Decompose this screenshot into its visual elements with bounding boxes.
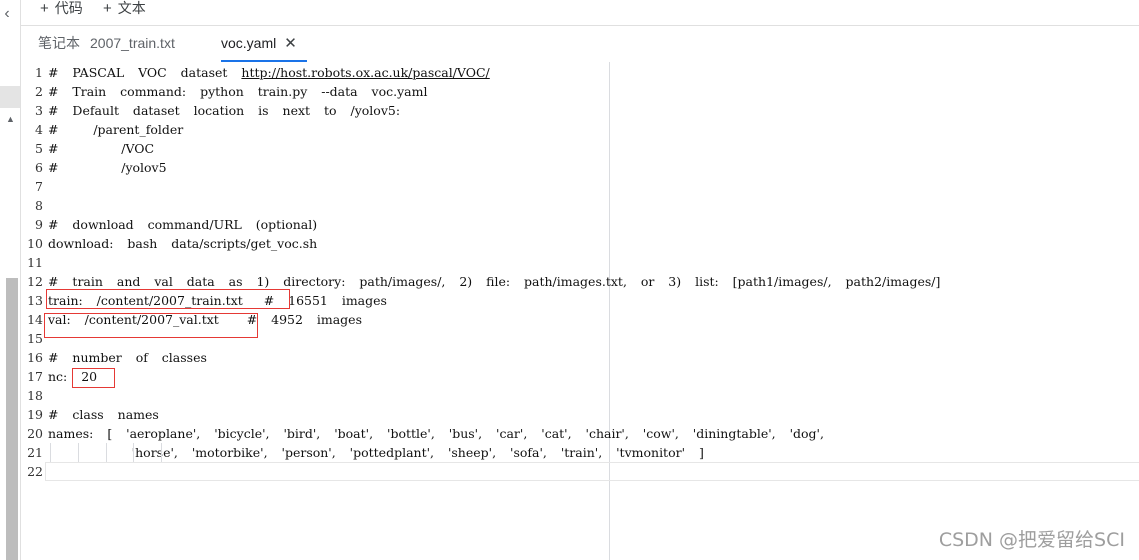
line-number: 14 (27, 312, 43, 327)
code-line[interactable]: 16 # number of classes (21, 348, 1139, 367)
line-number: 12 (27, 274, 43, 289)
line-text: # PASCAL VOC dataset http://host.robots.… (48, 63, 490, 82)
dataset-url-link[interactable]: http://host.robots.ox.ac.uk/pascal/VOC/ (241, 65, 489, 80)
line-number: 18 (27, 388, 43, 403)
add-text-label: 文本 (117, 0, 146, 16)
code-line[interactable]: 5 # /VOC (21, 139, 1139, 158)
code-line[interactable]: 17 nc: 20 (21, 367, 1139, 386)
line-text: # Train command: python train.py --data … (48, 82, 427, 101)
tab-notebook-filename: 2007_train.txt (90, 35, 175, 51)
tab-active-filename: voc.yaml (221, 35, 277, 51)
line-text: # Default dataset location is next to /y… (48, 101, 400, 120)
highlight-box-train (46, 289, 290, 309)
line-number: 5 (35, 141, 43, 156)
code-line[interactable]: 22 (21, 462, 1139, 481)
line-number: 17 (27, 369, 43, 384)
left-panel-strip: ‹ ▲ (0, 0, 21, 560)
highlight-box-val (44, 313, 258, 338)
line-text-content: # /VOC (48, 141, 155, 156)
toolbar: + 代码 + 文本 (21, 0, 1139, 26)
line-number: 10 (27, 236, 43, 251)
code-line[interactable]: 4 # /parent_folder (21, 120, 1139, 139)
line-text-content: # /yolov5 (48, 160, 167, 175)
indent-guide (78, 443, 79, 462)
active-line-highlight (45, 462, 1139, 481)
line-text: # class names (48, 405, 159, 424)
line-number: 11 (27, 255, 43, 270)
line-text: # /yolov5 (48, 158, 167, 177)
watermark: CSDN @把爱留给SCI (938, 529, 1125, 551)
line-text-content: # Train command: python train.py --data … (48, 84, 428, 99)
line-number: 4 (35, 122, 43, 137)
line-text-content: 'horse', 'motorbike', 'person', 'pottedp… (48, 445, 704, 460)
line-number: 19 (27, 407, 43, 422)
code-line[interactable]: 21 'horse', 'motorbike', 'person', 'pott… (21, 443, 1139, 462)
line-text: # /VOC (48, 139, 154, 158)
line-number: 22 (27, 464, 43, 479)
line-text: # download command/URL (optional) (48, 215, 317, 234)
line-text: # number of classes (48, 348, 207, 367)
code-line[interactable]: 11 (21, 253, 1139, 272)
line-number: 6 (35, 160, 43, 175)
scroll-up-icon[interactable]: ▲ (6, 114, 15, 124)
line-number: 13 (27, 293, 43, 308)
file-tabs: 笔记本 2007_train.txt voc.yaml ✕ (21, 26, 1139, 63)
plus-icon: + (40, 0, 49, 17)
line-number: 20 (27, 426, 43, 441)
add-text-button[interactable]: + 文本 (103, 0, 146, 22)
line-text: # /parent_folder (48, 120, 183, 139)
line-number: 21 (27, 445, 43, 460)
line-text-content: # download command/URL (optional) (48, 217, 318, 232)
code-line[interactable]: 7 (21, 177, 1139, 196)
chevron-left-icon[interactable]: ‹ (0, 4, 14, 24)
line-text-content: download: bash data/scripts/get_voc.sh (48, 236, 318, 251)
line-text-content: # Default dataset location is next to /y… (48, 103, 401, 118)
indent-guide (161, 443, 162, 462)
code-line[interactable]: 19 # class names (21, 405, 1139, 424)
close-icon[interactable]: ✕ (284, 35, 297, 52)
line-text: 'horse', 'motorbike', 'person', 'pottedp… (48, 443, 704, 462)
line-number: 7 (35, 179, 43, 194)
add-code-button[interactable]: + 代码 (40, 0, 83, 22)
add-code-label: 代码 (54, 0, 83, 16)
line-text-content: names: [ 'aeroplane', 'bicycle', 'bird',… (48, 426, 824, 441)
code-line[interactable]: 1 # PASCAL VOC dataset http://host.robots… (21, 63, 1139, 82)
indent-guide (133, 443, 134, 462)
indent-guide (106, 443, 107, 462)
line-text-content: # number of classes (48, 350, 207, 365)
tab-notebook-file[interactable]: 笔记本 2007_train.txt (38, 26, 175, 62)
line-text: names: [ 'aeroplane', 'bicycle', 'bird',… (48, 424, 824, 443)
code-editor[interactable]: 1 # PASCAL VOC dataset http://host.robots… (21, 62, 1139, 560)
line-number: 2 (35, 84, 43, 99)
left-scrollbar[interactable] (6, 278, 18, 560)
left-panel-selected-item[interactable] (0, 86, 20, 108)
line-text-content: # class names (48, 407, 159, 422)
line-text-content: # PASCAL VOC dataset (48, 65, 242, 80)
indent-guide (50, 443, 51, 462)
line-number: 15 (27, 331, 43, 346)
code-line[interactable]: 9 # download command/URL (optional) (21, 215, 1139, 234)
tab-notebook-prefix: 笔记本 (38, 35, 80, 51)
code-line[interactable]: 20 names: [ 'aeroplane', 'bicycle', 'bird… (21, 424, 1139, 443)
code-line[interactable]: 18 (21, 386, 1139, 405)
line-number: 9 (35, 217, 43, 232)
code-line[interactable]: 10 download: bash data/scripts/get_voc.sh (21, 234, 1139, 253)
line-number: 3 (35, 103, 43, 118)
line-text-content: # train and val data as 1) directory: pa… (48, 274, 941, 289)
highlight-box-nc (72, 368, 115, 388)
line-text-content: # /parent_folder (48, 122, 184, 137)
line-number: 16 (27, 350, 43, 365)
code-line[interactable]: 8 (21, 196, 1139, 215)
code-line[interactable]: 6 # /yolov5 (21, 158, 1139, 177)
code-line[interactable]: 3 # Default dataset location is next to /… (21, 101, 1139, 120)
line-number: 8 (35, 198, 43, 213)
line-number: 1 (35, 65, 43, 80)
code-line[interactable]: 2 # Train command: python train.py --data… (21, 82, 1139, 101)
line-text: download: bash data/scripts/get_voc.sh (48, 234, 317, 253)
tab-voc-yaml[interactable]: voc.yaml ✕ (221, 26, 307, 62)
plus-icon: + (103, 0, 112, 17)
